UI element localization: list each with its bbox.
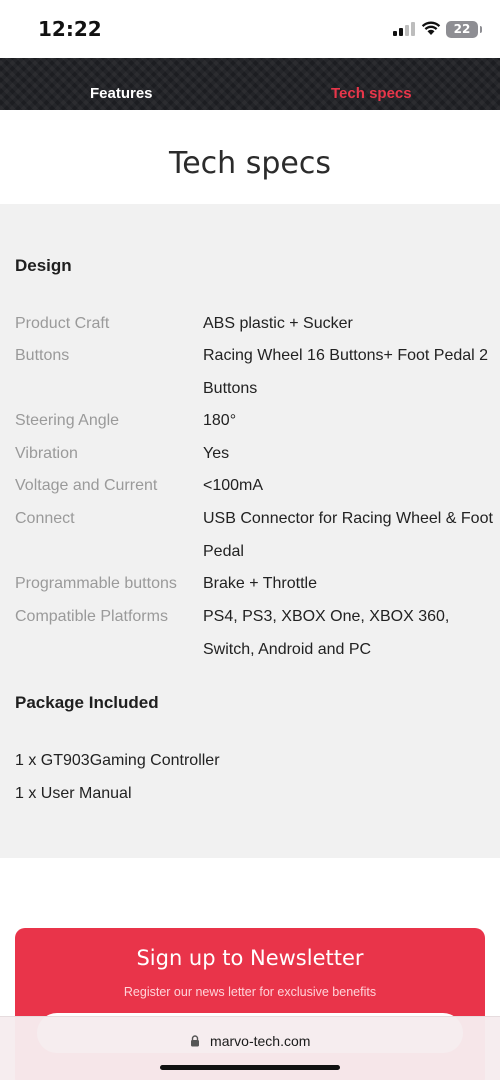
battery-level: 22 [453,22,471,36]
spec-value: Brake + Throttle [203,575,317,592]
spec-value: ABS plastic + Sucker [203,315,353,332]
tab-tech-specs[interactable]: Tech specs [331,58,412,110]
url-text: marvo-tech.com [210,1033,311,1049]
spec-label: Compatible Platforms [15,608,168,625]
tab-features[interactable]: Features [90,58,153,110]
home-indicator [160,1065,340,1070]
lock-icon [190,1035,199,1047]
package-heading: Package Included [15,693,159,712]
spec-label: Vibration [15,445,78,462]
tab-nav: Features Tech specs [0,58,500,110]
spec-value: Racing Wheel 16 Buttons+ Foot Pedal 2 Bu… [203,347,489,397]
package-item: 1 x GT903Gaming Controller [15,752,220,769]
spec-label: Programmable buttons [15,575,177,592]
page: 12:22 22 Features Tech specs Tech specs … [0,0,500,1080]
spec-label: Voltage and Current [15,477,158,494]
wifi-icon [421,21,441,35]
spec-label: Buttons [15,347,70,364]
spec-label: Connect [15,510,75,527]
page-title: Tech specs [169,146,331,181]
section-divider [0,858,500,928]
spec-label: Product Craft [15,315,110,332]
spec-value: Yes [203,445,230,462]
cellular-signal-icon [393,22,415,36]
spec-value: PS4, PS3, XBOX One, XBOX 360, Switch, An… [203,608,450,658]
specs-panel: Design Product Craft ABS plastic + Sucke… [0,204,500,858]
spec-value: USB Connector for Racing Wheel & Foot Pe… [203,510,493,560]
package-item: 1 x User Manual [15,785,132,802]
newsletter-subtitle: Register our news letter for exclusive b… [123,985,377,999]
spec-value: 180° [203,412,237,429]
url-container[interactable]: marvo-tech.com [0,1033,500,1051]
status-bar: 12:22 22 [0,0,500,58]
browser-url-bar[interactable]: marvo-tech.com [0,1016,500,1080]
spec-value: <100mA [203,477,264,494]
spec-label: Steering Angle [15,412,120,429]
status-time: 12:22 [38,17,102,41]
design-heading: Design [15,256,72,275]
title-section: Tech specs [0,110,500,204]
newsletter-title: Sign up to Newsletter [136,946,364,970]
battery-icon: 22 [446,21,482,38]
